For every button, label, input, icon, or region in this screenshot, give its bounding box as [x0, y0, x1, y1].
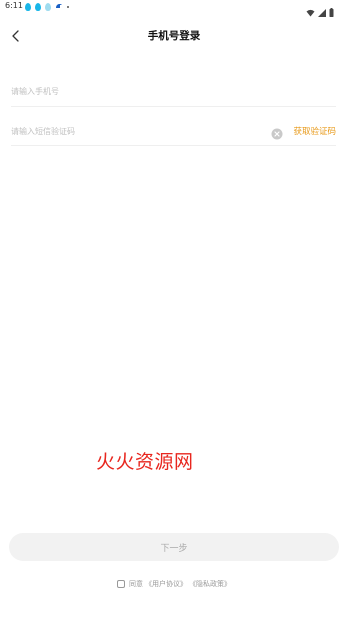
phone-field-row: [11, 81, 336, 101]
status-notification-icons: [25, 2, 69, 12]
page-title: 手机号登录: [147, 30, 201, 42]
divider: [11, 145, 336, 146]
battery-icon: [329, 2, 334, 21]
clear-icon: [271, 128, 283, 140]
agreement-prefix: 同意: [129, 580, 143, 588]
watermark-text: 火火资源网: [96, 451, 194, 473]
wifi-icon: [306, 2, 315, 21]
cloud-icon: [45, 3, 51, 11]
drop-icon: [25, 3, 31, 11]
sms-code-input[interactable]: [11, 121, 261, 141]
user-agreement-link[interactable]: 《用户协议》: [145, 579, 187, 589]
drop-icon: [35, 3, 41, 11]
next-button[interactable]: 下一步: [9, 533, 339, 561]
code-field-row: 获取验证码: [11, 121, 336, 141]
app-icon: [55, 2, 63, 12]
status-bar: 6:11: [0, 0, 348, 17]
status-time: 6:11: [5, 1, 23, 10]
signal-icon: [318, 2, 326, 21]
get-code-button[interactable]: 获取验证码: [293, 125, 336, 137]
dot-icon: [67, 6, 69, 8]
agreement-checkbox[interactable]: [117, 580, 125, 588]
clear-button[interactable]: [271, 125, 283, 140]
divider: [11, 106, 336, 107]
privacy-policy-link[interactable]: 《隐私政策》: [189, 579, 231, 589]
login-screen: 6:11 手机号登录 请输入手机号 请输入短信验证码 获取验证码 火火资源网 下…: [0, 0, 348, 619]
agreement-row: 同意 《用户协议》 《隐私政策》: [0, 579, 348, 589]
phone-input[interactable]: [11, 81, 261, 101]
status-system-icons: [306, 2, 334, 21]
